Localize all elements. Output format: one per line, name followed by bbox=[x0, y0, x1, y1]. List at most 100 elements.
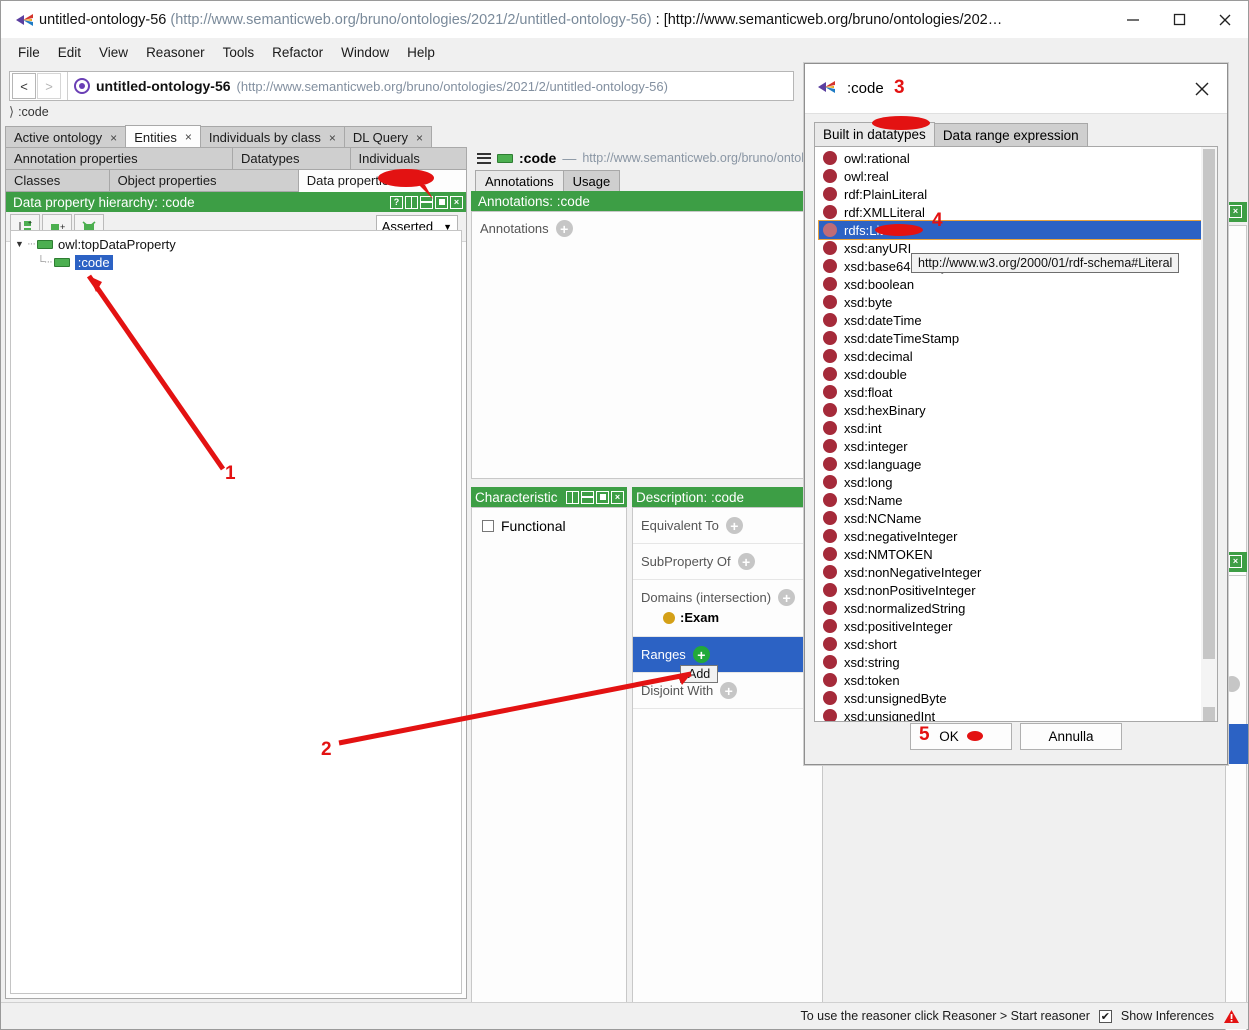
description-item-ranges[interactable]: Ranges + bbox=[633, 637, 822, 673]
dialog-close-button[interactable] bbox=[1185, 72, 1219, 106]
datatype-row[interactable]: rdfs:Literal bbox=[818, 220, 1202, 240]
warning-icon[interactable] bbox=[1223, 1009, 1240, 1024]
datatype-label: xsd:int bbox=[844, 420, 882, 436]
datatype-row[interactable]: xsd:nonNegativeInteger bbox=[819, 563, 1201, 581]
datatype-row[interactable]: xsd:byte bbox=[819, 293, 1201, 311]
split-vertical-icon[interactable] bbox=[405, 195, 418, 209]
datatype-row[interactable]: xsd:normalizedString bbox=[819, 599, 1201, 617]
tab-close-icon[interactable]: × bbox=[110, 131, 117, 145]
datatype-row[interactable]: xsd:long bbox=[819, 473, 1201, 491]
menu-item-edit[interactable]: Edit bbox=[49, 42, 90, 63]
dialog-tab-built-in-datatypes[interactable]: Built in datatypes bbox=[814, 122, 935, 146]
close-button[interactable] bbox=[1202, 1, 1248, 38]
tree-row[interactable]: ▼ ··· owl:topDataProperty bbox=[15, 235, 461, 253]
split-horizontal-icon[interactable] bbox=[581, 490, 594, 504]
menu-item-reasoner[interactable]: Reasoner bbox=[137, 42, 214, 63]
maximize-panel-icon[interactable] bbox=[435, 195, 448, 209]
datatype-row[interactable]: xsd:integer bbox=[819, 437, 1201, 455]
datatype-row[interactable]: owl:rational bbox=[819, 149, 1201, 167]
datatype-row[interactable]: owl:real bbox=[819, 167, 1201, 185]
help-icon[interactable]: ? bbox=[390, 195, 403, 209]
add-disjoint-with-button[interactable]: + bbox=[720, 682, 738, 699]
datatype-row[interactable]: xsd:short bbox=[819, 635, 1201, 653]
tab-entities[interactable]: Entities × bbox=[125, 125, 201, 148]
datatype-row[interactable]: rdf:PlainLiteral bbox=[819, 185, 1201, 203]
close-panel-icon[interactable]: × bbox=[611, 490, 624, 504]
datatype-row[interactable]: xsd:NMTOKEN bbox=[819, 545, 1201, 563]
datatype-list[interactable]: owl:rational owl:real rdf:PlainLiteral rdf:… bbox=[815, 147, 1202, 721]
add-subproperty-of-button[interactable]: + bbox=[737, 553, 755, 570]
datatype-row[interactable]: xsd:boolean bbox=[819, 275, 1201, 293]
add-domain-button[interactable]: + bbox=[778, 589, 796, 606]
datatype-row[interactable]: xsd:decimal bbox=[819, 347, 1201, 365]
datatype-row[interactable]: xsd:positiveInteger bbox=[819, 617, 1201, 635]
tab-active-ontology[interactable]: Active ontology × bbox=[5, 126, 127, 148]
datatype-row[interactable]: xsd:unsignedByte bbox=[819, 689, 1201, 707]
datatype-row[interactable]: xsd:token bbox=[819, 671, 1201, 689]
datatype-row[interactable]: xsd:Name bbox=[819, 491, 1201, 509]
nav-back-button[interactable]: < bbox=[12, 73, 36, 99]
category-annotation-properties[interactable]: Annotation properties bbox=[6, 148, 233, 170]
tab-individuals-by-class[interactable]: Individuals by class × bbox=[199, 126, 345, 148]
category-data-properties[interactable]: Data properties bbox=[298, 170, 466, 192]
functional-checkbox[interactable] bbox=[482, 520, 494, 532]
description-item-subproperty-of[interactable]: SubProperty Of + bbox=[633, 544, 822, 580]
description-item-equivalent-to[interactable]: Equivalent To + bbox=[633, 508, 822, 544]
description-item-domains[interactable]: Domains (intersection) + :Exam bbox=[633, 580, 822, 637]
menu-item-view[interactable]: View bbox=[90, 42, 137, 63]
category-datatypes[interactable]: Datatypes bbox=[233, 148, 351, 170]
tree-row[interactable]: └··· :code bbox=[15, 253, 461, 271]
menu-item-window[interactable]: Window bbox=[332, 42, 398, 63]
show-inferences-checkbox[interactable]: ✔ bbox=[1098, 1009, 1112, 1023]
menu-item-file[interactable]: File bbox=[9, 42, 49, 63]
add-range-button[interactable]: + bbox=[692, 646, 710, 663]
datatype-row[interactable]: xsd:dateTime bbox=[819, 311, 1201, 329]
data-property-tree[interactable]: ▼ ··· owl:topDataProperty └··· :code bbox=[10, 230, 462, 994]
datatype-row[interactable]: xsd:negativeInteger bbox=[819, 527, 1201, 545]
nav-forward-button[interactable]: > bbox=[37, 73, 61, 99]
subtab-annotations[interactable]: Annotations bbox=[475, 170, 564, 191]
close-panel-icon[interactable]: × bbox=[1229, 205, 1242, 218]
datatype-row[interactable]: xsd:float bbox=[819, 383, 1201, 401]
category-individuals[interactable]: Individuals bbox=[350, 148, 466, 170]
datatype-row[interactable]: xsd:string bbox=[819, 653, 1201, 671]
hamburger-icon[interactable] bbox=[477, 152, 491, 164]
split-horizontal-icon[interactable] bbox=[420, 195, 433, 209]
datatype-row[interactable]: xsd:int bbox=[819, 419, 1201, 437]
description-item-disjoint-with[interactable]: Disjoint With + Add bbox=[633, 665, 822, 709]
category-object-properties[interactable]: Object properties bbox=[109, 170, 299, 192]
ok-button[interactable]: OK bbox=[910, 722, 1012, 750]
scrollbar-thumb[interactable] bbox=[1203, 149, 1215, 659]
menu-item-refactor[interactable]: Refactor bbox=[263, 42, 332, 63]
add-annotation-button[interactable]: + bbox=[555, 220, 573, 237]
subtab-usage[interactable]: Usage bbox=[562, 170, 621, 191]
dialog-tab-data-range-expression[interactable]: Data range expression bbox=[933, 123, 1088, 146]
datatype-row[interactable]: xsd:dateTimeStamp bbox=[819, 329, 1201, 347]
maximize-panel-icon[interactable] bbox=[596, 490, 609, 504]
menu-item-help[interactable]: Help bbox=[398, 42, 444, 63]
maximize-button[interactable] bbox=[1156, 1, 1202, 38]
datatype-row[interactable]: rdf:XMLLiteral bbox=[819, 203, 1201, 221]
datatype-list-scrollbar[interactable] bbox=[1201, 147, 1217, 721]
tab-close-icon[interactable]: × bbox=[329, 131, 336, 145]
tab-dl-query[interactable]: DL Query × bbox=[343, 126, 433, 148]
functional-checkbox-row[interactable]: Functional bbox=[482, 518, 616, 534]
menu-item-tools[interactable]: Tools bbox=[214, 42, 264, 63]
datatype-row[interactable]: xsd:double bbox=[819, 365, 1201, 383]
cancel-button[interactable]: Annulla bbox=[1020, 722, 1122, 750]
tab-close-icon[interactable]: × bbox=[185, 130, 192, 144]
add-equivalent-to-button[interactable]: + bbox=[725, 517, 743, 534]
datatype-row[interactable]: xsd:language bbox=[819, 455, 1201, 473]
datatype-row[interactable]: xsd:NCName bbox=[819, 509, 1201, 527]
close-panel-icon[interactable]: × bbox=[450, 195, 463, 209]
domain-value-row[interactable]: :Exam bbox=[641, 606, 822, 627]
split-vertical-icon[interactable] bbox=[566, 490, 579, 504]
tab-close-icon[interactable]: × bbox=[416, 131, 423, 145]
selected-row-partial[interactable] bbox=[1226, 724, 1248, 764]
expand-toggle-icon[interactable]: ▼ bbox=[15, 239, 27, 249]
datatype-row[interactable]: xsd:hexBinary bbox=[819, 401, 1201, 419]
datatype-row[interactable]: xsd:nonPositiveInteger bbox=[819, 581, 1201, 599]
close-panel-icon[interactable]: × bbox=[1229, 555, 1242, 568]
minimize-button[interactable] bbox=[1110, 1, 1156, 38]
category-classes[interactable]: Classes bbox=[6, 170, 110, 192]
